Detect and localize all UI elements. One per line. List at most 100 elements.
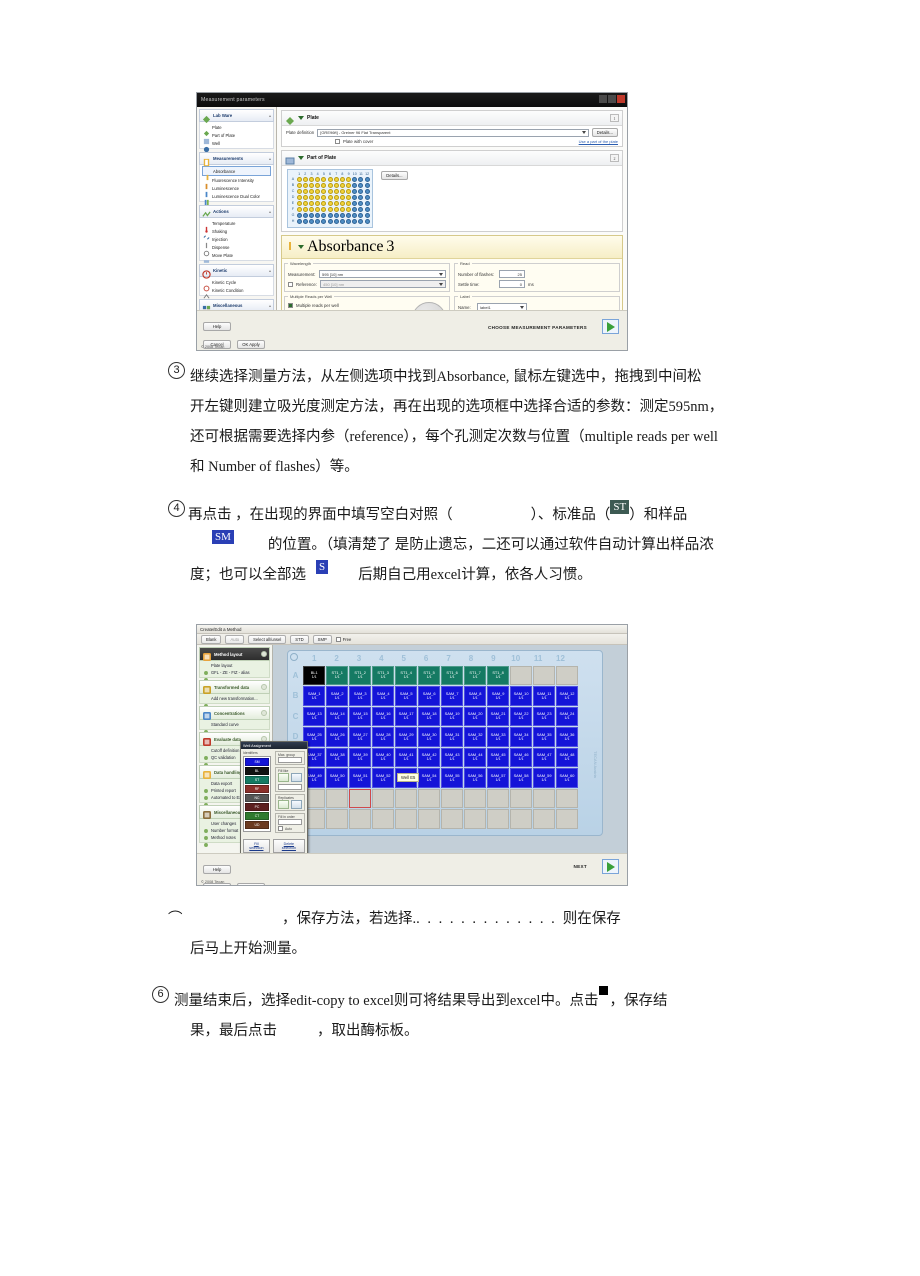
- identifier-swatch[interactable]: UD: [245, 821, 269, 829]
- plate-col-header[interactable]: 11: [527, 654, 549, 663]
- part-of-plate-details-button[interactable]: Details...: [381, 171, 408, 180]
- plate-well[interactable]: ST1_6 1/1: [440, 665, 464, 685]
- plate-well[interactable]: [555, 809, 579, 829]
- collapse-icon[interactable]: [261, 684, 267, 690]
- plate-well[interactable]: BL1 1/1: [303, 665, 326, 685]
- group-header-kinetic[interactable]: Kinetic ▴: [199, 264, 274, 279]
- fill-direction-buttons[interactable]: [278, 773, 302, 782]
- sidebar-item-part-of-plate[interactable]: Part of Plate: [202, 131, 271, 144]
- sidebar-item-kinetic-condition[interactable]: Kinetic Condition: [202, 286, 271, 299]
- plate-col-header[interactable]: 4: [370, 654, 392, 663]
- sidebar-item-luminescence[interactable]: Luminescence: [202, 184, 271, 197]
- plate-well[interactable]: [463, 809, 487, 829]
- plate-well[interactable]: [348, 788, 372, 808]
- plate-col-header[interactable]: 10: [505, 654, 527, 663]
- plate-well[interactable]: SAM_17 1/1: [394, 706, 418, 726]
- plate-well[interactable]: SAM_45 1/1: [486, 747, 510, 767]
- blank-button[interactable]: Blank: [201, 634, 222, 644]
- chevron-down-icon[interactable]: [439, 282, 443, 286]
- plate-well[interactable]: SAM_13 1/1: [303, 706, 326, 726]
- plate-well[interactable]: SAM_9 1/1: [486, 686, 510, 706]
- plate-well[interactable]: SAM_32 1/1: [463, 727, 487, 747]
- method-sidebar-item[interactable]: Standard curve: [202, 721, 267, 734]
- plate-well[interactable]: SAM_27 1/1: [348, 727, 372, 747]
- identifier-swatch[interactable]: SM: [244, 757, 270, 767]
- plate-well[interactable]: SAM_14 1/1: [325, 706, 349, 726]
- method-group-header[interactable]: Concentrations: [199, 706, 270, 720]
- plate-96-selector[interactable]: 1 2 3 4 5 6 7 8 9 10 11 12 ABCDEFGH: [287, 169, 374, 228]
- identifier-swatch[interactable]: BL: [245, 767, 269, 775]
- plate-well[interactable]: SAM_34 1/1: [509, 727, 533, 747]
- plate-well[interactable]: [364, 218, 370, 224]
- plate-well[interactable]: [325, 788, 349, 808]
- flashes-input[interactable]: 25: [499, 270, 525, 278]
- chevron-down-icon[interactable]: [298, 245, 304, 249]
- plate-well[interactable]: SAM_52 1/1: [371, 768, 395, 788]
- plate-row[interactable]: C SAM_13 1/1 SAM_14 1/1 SAM_15 1/1 SAM_16 1/1 SAM…: [288, 706, 602, 727]
- maximize-icon[interactable]: [608, 95, 616, 103]
- sidebar-item-shaking[interactable]: Shaking: [202, 227, 271, 240]
- plate-well[interactable]: [486, 788, 510, 808]
- sidebar-item-well[interactable]: Well: [202, 139, 271, 152]
- label-name-select[interactable]: label1: [477, 303, 527, 310]
- chevron-down-icon[interactable]: [439, 272, 443, 276]
- absorbance-card-header[interactable]: Absorbance 3: [282, 236, 622, 259]
- measurement-sidebar[interactable]: Lab Ware ▴ Plate Part of Plate Well Meas…: [197, 107, 277, 310]
- next-button[interactable]: [602, 319, 619, 334]
- replicate-vertical-button[interactable]: [291, 800, 302, 809]
- plate-well[interactable]: ST1_5 1/1: [417, 665, 441, 685]
- multiple-reads-checkbox[interactable]: [288, 303, 293, 308]
- plate-well[interactable]: SAM_35 1/1: [532, 727, 556, 747]
- auto-checkbox[interactable]: [278, 826, 283, 831]
- collapse-icon[interactable]: ▴: [269, 113, 271, 118]
- plate-well[interactable]: SAM_36 1/1: [555, 727, 579, 747]
- plate-well[interactable]: SAM_33 1/1: [486, 727, 510, 747]
- plate-well[interactable]: SAM_21 1/1: [486, 706, 510, 726]
- well-assignment-dialog[interactable]: Well Assignment Identifiers SM BL ST RF NC PC…: [240, 741, 308, 865]
- plate-well[interactable]: SAM_47 1/1: [532, 747, 556, 767]
- identifier-swatch[interactable]: ST: [245, 776, 269, 784]
- sidebar-item-absorbance[interactable]: Absorbance: [202, 166, 271, 180]
- plate-well[interactable]: SAM_41 1/1: [394, 747, 418, 767]
- plate-well[interactable]: SAM_29 1/1: [394, 727, 418, 747]
- plate-col-header[interactable]: 12: [549, 654, 571, 663]
- sidebar-item-kinetic-cycle[interactable]: Kinetic Cycle: [202, 278, 271, 291]
- fill-horizontal-button[interactable]: [278, 773, 289, 782]
- plate-well[interactable]: SAM_24 1/1: [555, 706, 579, 726]
- plate-well[interactable]: SAM_28 1/1: [371, 727, 395, 747]
- plate-well[interactable]: SAM_48 1/1: [555, 747, 579, 767]
- group-header-miscellaneous[interactable]: Miscellaneous ▴: [199, 299, 274, 310]
- plate-well[interactable]: ST1_3 1/1: [371, 665, 395, 685]
- plate-row-header[interactable]: C: [288, 712, 303, 721]
- plate-well[interactable]: SAM_1 1/1: [303, 686, 326, 706]
- plate-well[interactable]: [555, 788, 579, 808]
- plate-well[interactable]: SAM_56 1/1: [463, 768, 487, 788]
- plate-well[interactable]: SAM_3 1/1: [348, 686, 372, 706]
- chevron-down-icon[interactable]: [520, 305, 524, 309]
- plate-well[interactable]: [417, 788, 441, 808]
- plate-row[interactable]: FSAM_491/1SAM_501/1SAM_511/1SAM_521/1SAM…: [288, 768, 602, 789]
- identifier-swatch[interactable]: CT: [245, 812, 269, 820]
- help-button[interactable]: Help: [203, 322, 231, 331]
- collapse-icon[interactable]: ▴: [269, 209, 271, 214]
- collapse-icon[interactable]: [261, 710, 267, 716]
- plate-row[interactable]: B SAM_1 1/1 SAM_2 1/1 SAM_3 1/1 SAM_4 1/1 SAM_5 1/…: [288, 686, 602, 707]
- ok-apply-button[interactable]: OK Apply: [237, 340, 265, 349]
- plate-well[interactable]: SAM_55 1/1: [440, 768, 464, 788]
- method-sidebar-item[interactable]: Plate layout: [202, 662, 267, 675]
- identifier-swatch[interactable]: PC: [245, 803, 269, 811]
- plate-row[interactable]: A BL1 1/1 ST1_1 1/1 ST1_2 1/1 ST1_3 1/1 ST1_4 1/1 S…: [288, 665, 602, 686]
- plate-well-grid[interactable]: A BL1 1/1 ST1_1 1/1 ST1_2 1/1 ST1_3 1/1 ST1_4 1/1 S…: [288, 665, 602, 829]
- method-sidebar-item[interactable]: GFL - ZE - FIZ - alias: [202, 669, 267, 682]
- minimize-icon[interactable]: [599, 95, 607, 103]
- plate-well[interactable]: [440, 788, 464, 808]
- identifier-swatch-list[interactable]: SM BL ST RF NC PC CT UD: [243, 756, 271, 832]
- group-header-measurements[interactable]: Measurements ▴: [199, 152, 274, 167]
- plate-well[interactable]: [509, 788, 533, 808]
- plate-row[interactable]: H: [288, 809, 602, 830]
- plate-rows[interactable]: ABCDEFGH: [290, 176, 370, 224]
- plate-well[interactable]: SAM_6 1/1: [417, 686, 441, 706]
- plate-well[interactable]: SAM_18 1/1: [417, 706, 441, 726]
- plate-col-header[interactable]: 9: [482, 654, 504, 663]
- plate-well[interactable]: ST1_2 1/1: [348, 665, 372, 685]
